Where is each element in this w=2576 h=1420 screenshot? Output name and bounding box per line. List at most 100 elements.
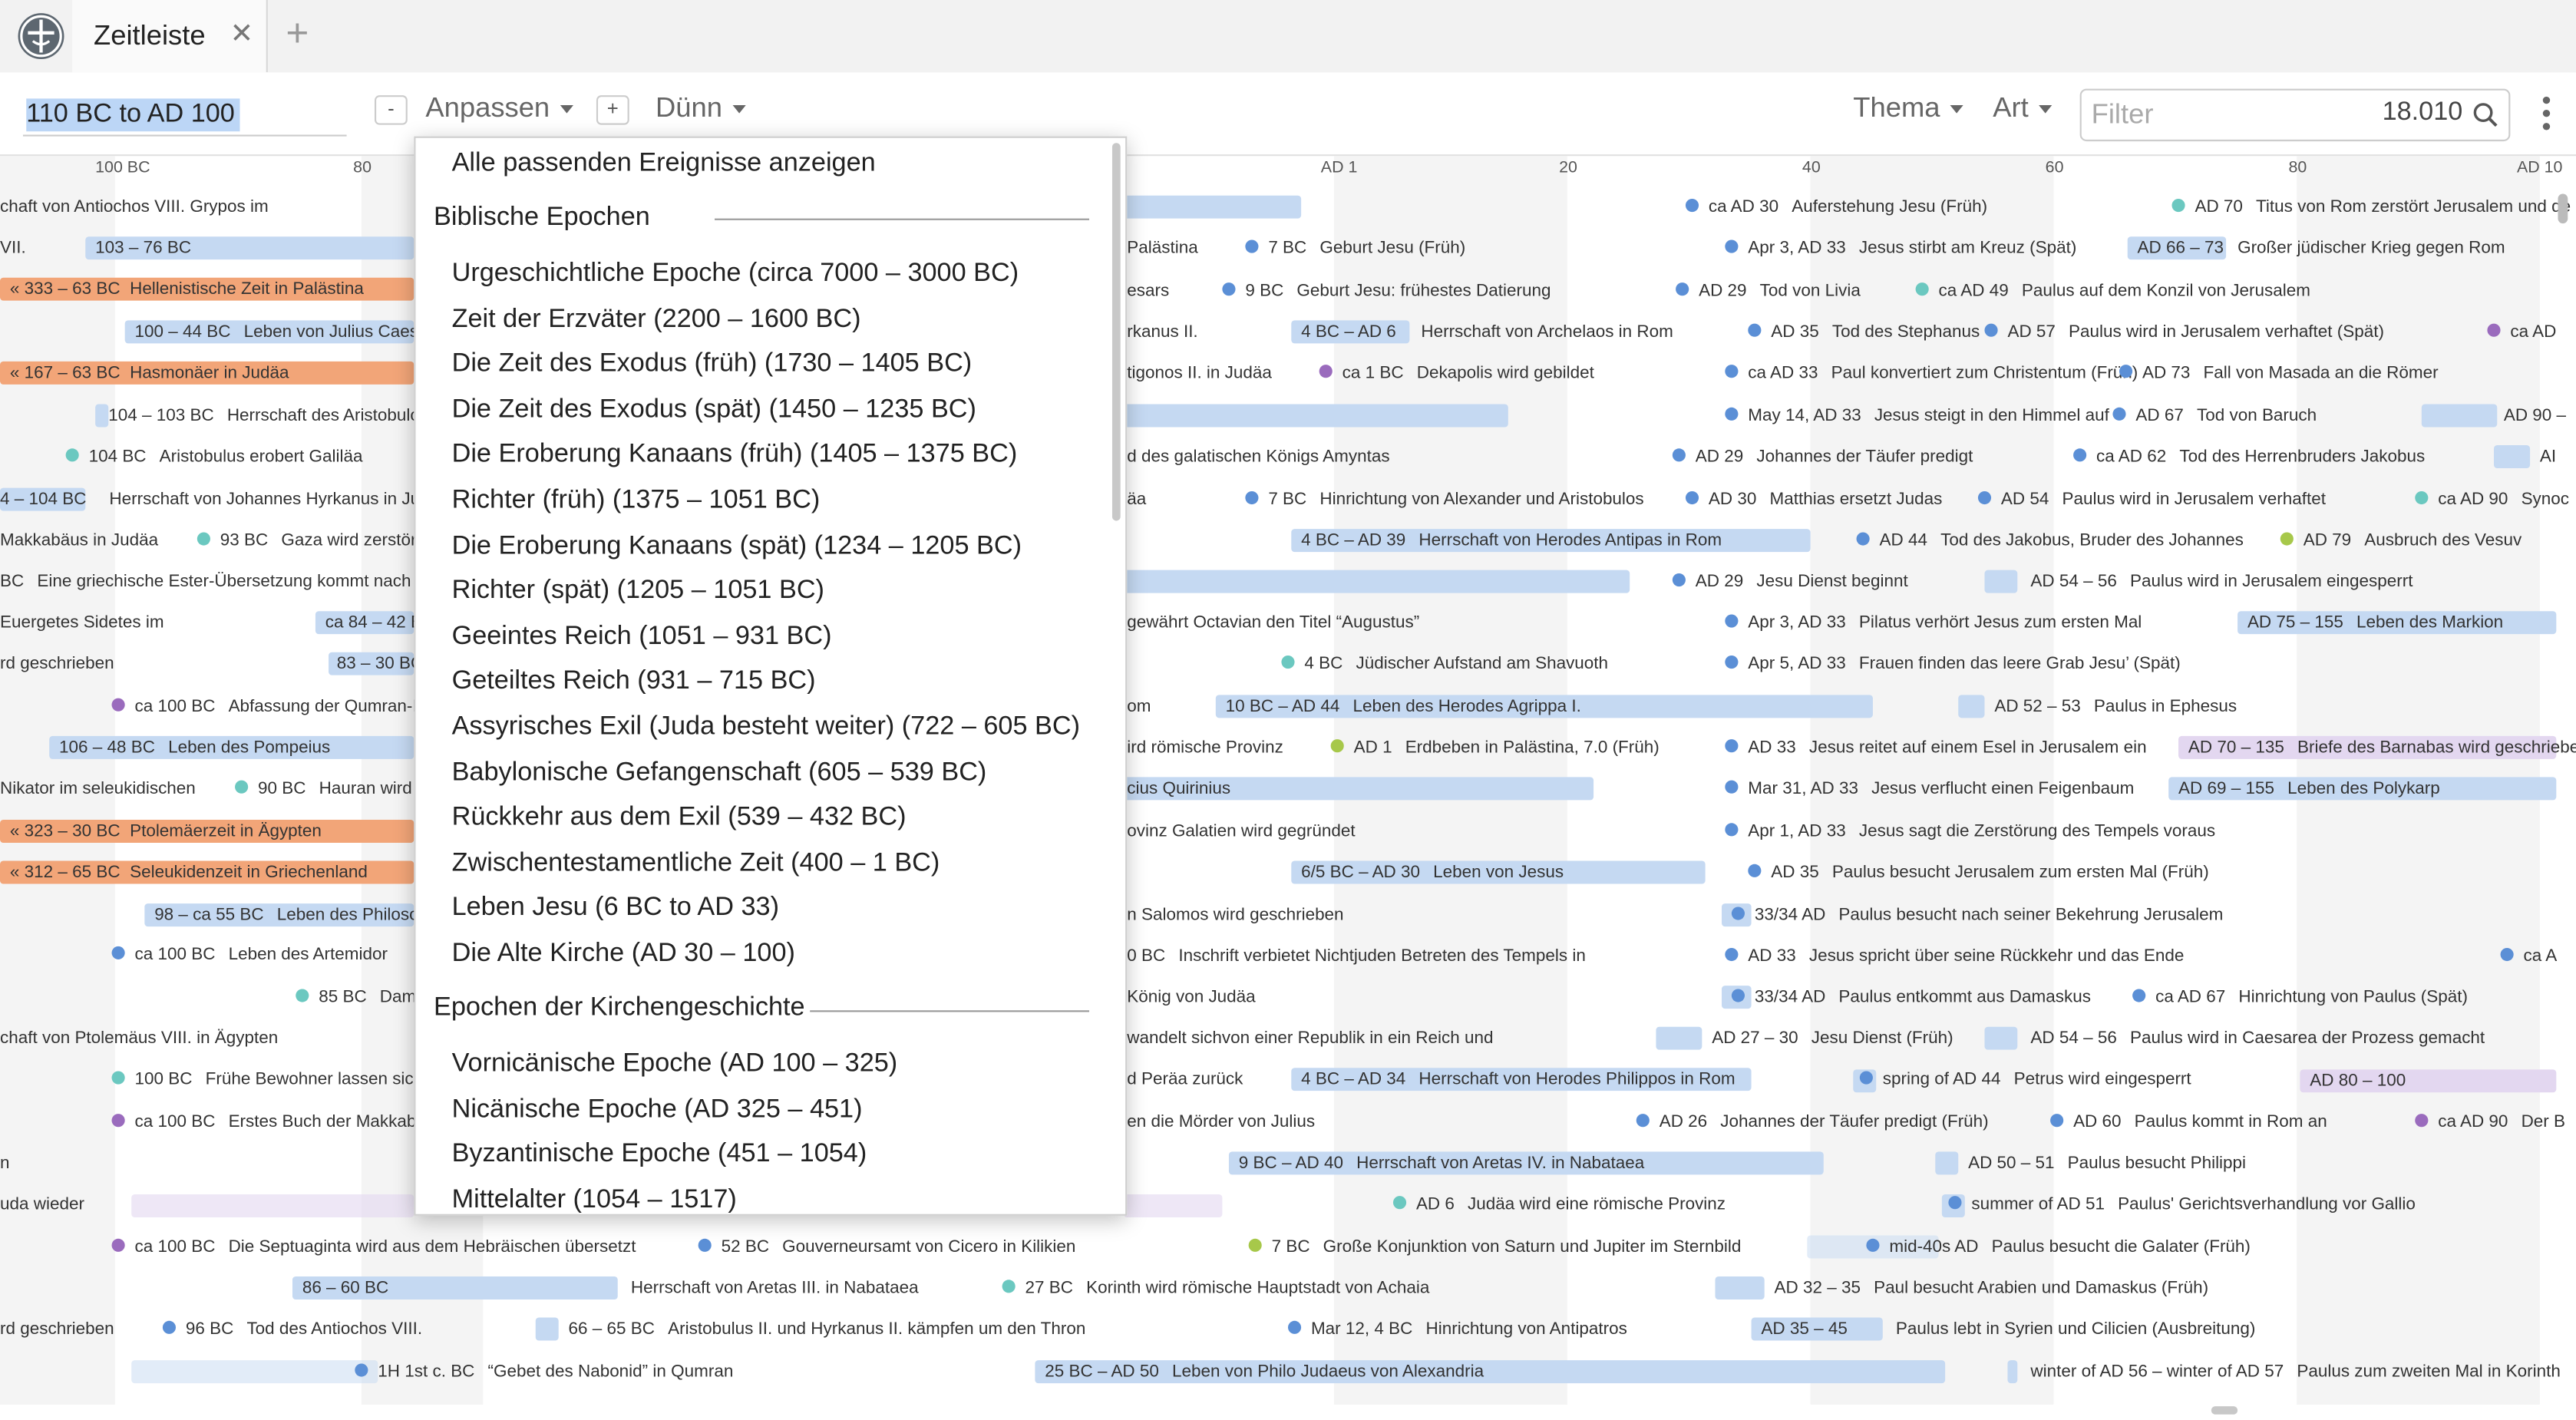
event-bar[interactable] bbox=[1958, 695, 1985, 718]
event-bar[interactable] bbox=[1123, 404, 1508, 428]
event-bar[interactable] bbox=[1123, 570, 1630, 593]
event-label[interactable]: ca AD 67 Hinrichtung von Paulus (Spät) bbox=[2132, 984, 2468, 1010]
event-label[interactable]: AD 60 Paulus kommt in Rom an bbox=[2050, 1109, 2327, 1135]
event-label[interactable]: 52 BC Gouverneursamt von Cicero in Kiliki… bbox=[698, 1233, 1075, 1260]
event-bar[interactable] bbox=[2007, 1360, 2018, 1384]
event-label[interactable]: 96 BC Tod des Antiochos VIII. bbox=[162, 1316, 422, 1342]
menu-item-epoch[interactable]: Die Eroberung Kanaans (spät) (1234 – 120… bbox=[452, 532, 1022, 562]
menu-item-epoch[interactable]: Mittelalter (1054 – 1517) bbox=[452, 1186, 737, 1214]
event-label[interactable]: 0 BC Inschrift verbietet Nichtjuden Betre… bbox=[1127, 943, 1586, 969]
event-label[interactable]: AD 79 Ausbruch des Vesuv bbox=[2280, 527, 2522, 553]
event-label[interactable]: AD 52 – 53 Paulus in Ephesus bbox=[1994, 693, 2237, 719]
event-label[interactable]: 4 BC Jüdischer Aufstand am Shavuoth bbox=[1281, 651, 1608, 677]
event-label[interactable]: n bbox=[0, 1150, 10, 1176]
event-label[interactable]: AD 44 Tod des Jakobus, Bruder des Johanne… bbox=[1856, 527, 2244, 553]
event-bar[interactable] bbox=[1656, 1026, 1702, 1050]
event-label[interactable]: Apr 5, AD 33 Frauen finden das leere Grab… bbox=[1725, 651, 2181, 677]
event-label[interactable]: AD 73 Fall von Masada an die Römer bbox=[2119, 360, 2439, 386]
app-logo-icon[interactable] bbox=[18, 13, 64, 60]
event-label[interactable]: AD 35 Paulus besucht Jerusalem zum ersten… bbox=[1748, 859, 2209, 885]
event-label[interactable]: 9 BC Geburt Jesu: frühestes Datierung bbox=[1222, 278, 1551, 304]
filter-input[interactable]: Filter 18.010 bbox=[2079, 88, 2511, 142]
event-label[interactable]: ird römische Provinz bbox=[1127, 735, 1283, 761]
event-label[interactable]: AD 1 Erdbeben in Palästina, 7.0 (Früh) bbox=[1330, 735, 1660, 761]
menu-item-show-all[interactable]: Alle passenden Ereignisse anzeigen bbox=[452, 150, 876, 180]
event-label[interactable]: winter of AD 56 – winter of AD 57 Paulus … bbox=[2030, 1359, 2560, 1385]
event-label[interactable]: 104 BC Aristobulus erobert Galiläa bbox=[65, 444, 363, 470]
event-label[interactable]: ca AD 33 Paul konvertiert zum Christentum… bbox=[1725, 360, 2138, 386]
event-label[interactable]: ca AD 90 Der B bbox=[2415, 1109, 2565, 1135]
event-label[interactable]: AD 27 – 30 Jesu Dienst (Früh) bbox=[1712, 1025, 1953, 1052]
event-label[interactable]: ca AD 49 Paulus auf dem Konzil von Jerusa… bbox=[1915, 278, 2310, 304]
event-label[interactable]: ca AD bbox=[2487, 319, 2556, 345]
event-label[interactable]: rd geschrieben bbox=[0, 1316, 114, 1342]
event-label[interactable]: AD 70 Titus von Rom zerstört Jerusalem un… bbox=[2171, 194, 2571, 220]
event-label[interactable]: 7 BC Geburt Jesu (Früh) bbox=[1245, 235, 1465, 261]
event-bar[interactable] bbox=[2421, 404, 2498, 428]
event-label[interactable]: Apr 1, AD 33 Jesus sagt die Zerstörung de… bbox=[1725, 818, 2215, 844]
event-label[interactable]: Apr 3, AD 33 Jesus stirbt am Kreuz (Spät) bbox=[1725, 235, 2076, 261]
menu-item-epoch[interactable]: Geteiltes Reich (931 – 715 BC) bbox=[452, 667, 816, 697]
event-label[interactable]: Apr 3, AD 33 Pilatus verhört Jesus zum er… bbox=[1725, 609, 2142, 636]
event-label[interactable]: rkanus II. bbox=[1127, 319, 1197, 345]
event-label[interactable]: ca 100 BC Abfassung der Qumran-Ha bbox=[111, 693, 434, 719]
event-label[interactable]: wandelt sichvon einer Republik in ein Re… bbox=[1127, 1025, 1493, 1052]
menu-item-epoch[interactable]: Assyrisches Exil (Juda besteht weiter) (… bbox=[452, 713, 1080, 743]
event-label[interactable]: tigonos II. in Judäa bbox=[1127, 360, 1272, 386]
event-label[interactable]: 33/34 AD Paulus besucht nach seiner Bekeh… bbox=[1731, 902, 2223, 928]
event-label[interactable]: esars bbox=[1127, 278, 1169, 304]
event-label[interactable]: ca 100 BC Die Septuaginta wird aus dem He… bbox=[111, 1233, 636, 1260]
vertical-scrollbar[interactable] bbox=[2558, 193, 2568, 224]
menu-item-epoch[interactable]: Geeintes Reich (1051 – 931 BC) bbox=[452, 622, 832, 652]
event-label[interactable]: uda wieder bbox=[0, 1191, 84, 1217]
event-label[interactable]: Mar 12, 4 BC Hinrichtung von Antipatros bbox=[1287, 1316, 1627, 1342]
event-label[interactable]: VII. bbox=[0, 235, 26, 261]
menu-item-epoch[interactable]: Byzantinische Epoche (451 – 1054) bbox=[452, 1140, 867, 1170]
event-label[interactable]: Euergetes Sidetes im bbox=[0, 609, 164, 636]
event-label[interactable]: AD 29 Jesu Dienst beginnt bbox=[1672, 569, 1908, 595]
event-bar[interactable] bbox=[131, 1194, 414, 1217]
menu-item-epoch[interactable]: Die Alte Kirche (AD 30 – 100) bbox=[452, 940, 795, 969]
event-bar[interactable] bbox=[2493, 445, 2531, 468]
event-label[interactable]: 90 BC Hauran wird i bbox=[235, 775, 421, 801]
event-label[interactable]: ca AD 30 Auferstehung Jesu (Früh) bbox=[1685, 194, 1987, 220]
event-label[interactable]: AD 29 Tod von Livia bbox=[1676, 278, 1861, 304]
event-label[interactable]: 27 BC Korinth wird römische Hauptstadt vo… bbox=[1002, 1275, 1429, 1301]
tab-timeline[interactable]: Zeitleiste ✕ bbox=[72, 0, 268, 73]
event-label[interactable]: Nikator im seleukidischen bbox=[0, 775, 196, 801]
event-label[interactable]: Makkabäus in Judäa bbox=[0, 527, 158, 553]
event-label[interactable]: ovinz Galatien wird gegründet bbox=[1127, 818, 1355, 844]
event-label[interactable]: d des galatischen Königs Amyntas bbox=[1127, 444, 1389, 470]
close-icon[interactable]: ✕ bbox=[230, 18, 253, 51]
horizontal-scrollbar[interactable] bbox=[2211, 1406, 2238, 1415]
event-label[interactable]: n Salomos wird geschrieben bbox=[1127, 902, 1343, 928]
menu-item-epoch[interactable]: Richter (früh) (1375 – 1051 BC) bbox=[452, 487, 821, 517]
menu-item-epoch[interactable]: Die Eroberung Kanaans (früh) (1405 – 137… bbox=[452, 441, 1018, 471]
event-label[interactable]: gewährt Octavian den Titel “Augustus” bbox=[1127, 609, 1419, 636]
event-label[interactable]: AD 6 Judäa wird eine römische Provinz bbox=[1392, 1191, 1726, 1217]
range-input[interactable] bbox=[22, 95, 347, 137]
event-label[interactable]: AD 35 Tod des Stephanus bbox=[1748, 319, 1980, 345]
event-label[interactable]: 7 BC Hinrichtung von Alexander und Aristo… bbox=[1245, 487, 1644, 513]
event-label[interactable]: chaft von Antiochos VIII. Grypos im bbox=[0, 194, 269, 220]
event-label[interactable]: summer of AD 51 Paulus' Gerichtsverhandlu… bbox=[1948, 1191, 2416, 1217]
menu-item-epoch[interactable]: Vornicänische Epoche (AD 100 – 325) bbox=[452, 1050, 898, 1080]
add-tab-icon[interactable]: + bbox=[286, 12, 309, 58]
event-label[interactable]: ca AD 62 Tod des Herrenbruders Jakobus bbox=[2073, 444, 2425, 470]
event-label[interactable]: Palästina bbox=[1127, 235, 1197, 261]
event-bar[interactable] bbox=[1715, 1276, 1765, 1299]
menu-item-epoch[interactable]: Zeit der Erzväter (2200 – 1600 BC) bbox=[452, 305, 861, 335]
event-bar[interactable] bbox=[1123, 1194, 1223, 1217]
more-menu-icon[interactable] bbox=[2540, 94, 2553, 133]
event-label[interactable]: Mar 31, AD 33 Jesus verflucht einen Feige… bbox=[1725, 775, 2134, 801]
event-label[interactable]: Paulus lebt in Syrien und Cilicien (Ausb… bbox=[1896, 1316, 2255, 1342]
event-label[interactable]: König von Judäa bbox=[1127, 984, 1255, 1010]
event-label[interactable]: ca 100 BC Leben des Artemidor bbox=[111, 941, 388, 967]
event-label[interactable]: mid-40s AD Paulus besucht die Galater (Fr… bbox=[1866, 1233, 2251, 1260]
event-bar[interactable] bbox=[1123, 195, 1302, 219]
event-label[interactable]: BC Eine griechische Ester-Übersetzung kom… bbox=[0, 569, 411, 595]
search-icon[interactable] bbox=[2472, 102, 2498, 128]
menu-item-epoch[interactable]: Die Zeit des Exodus (früh) (1730 – 1405 … bbox=[452, 350, 973, 380]
zoom-in-button[interactable]: + bbox=[596, 95, 629, 125]
event-label[interactable]: AI bbox=[2540, 444, 2556, 470]
